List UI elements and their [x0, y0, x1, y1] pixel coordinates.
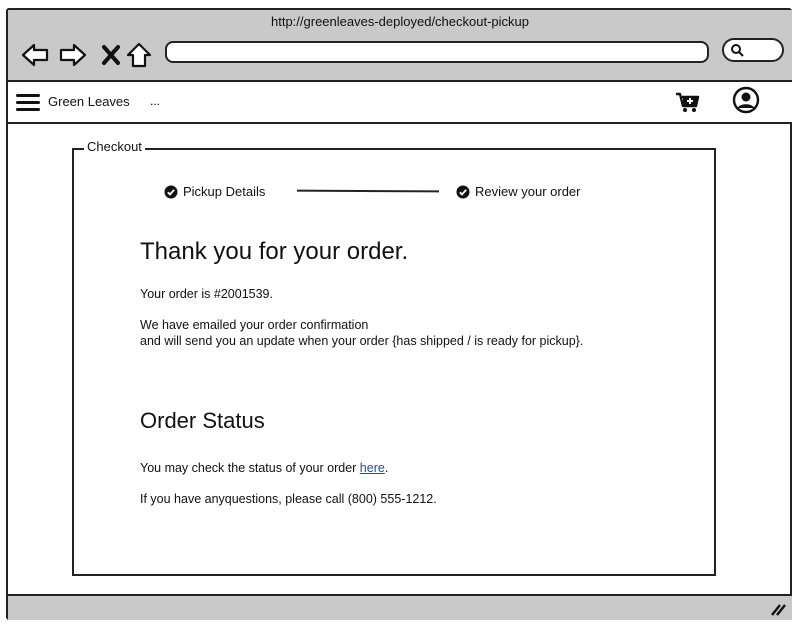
brand-name[interactable]: Green Leaves	[48, 94, 130, 109]
nav-ellipsis[interactable]: ...	[150, 94, 160, 108]
confirmation-line-2: and will send you an update when your or…	[140, 334, 584, 348]
browser-status-bar	[8, 594, 792, 620]
thank-you-heading: Thank you for your order.	[140, 238, 409, 265]
search-icon	[731, 44, 744, 57]
cart-icon[interactable]	[674, 88, 702, 116]
step-label: Review your order	[475, 184, 581, 199]
status-paragraph: You may check the status of your order h…	[140, 460, 388, 476]
questions-text: If you have anyquestions, please call (8…	[140, 492, 437, 506]
close-icon[interactable]	[96, 40, 126, 70]
url-text: http://greenleaves-deployed/checkout-pic…	[271, 14, 529, 29]
status-text-suffix: .	[384, 461, 389, 475]
order-status-heading: Order Status	[140, 408, 265, 433]
order-number-text: Your order is #2001539.	[140, 287, 273, 301]
step-review-order[interactable]: Review your order	[456, 184, 581, 199]
forward-icon[interactable]	[58, 40, 88, 70]
resize-grip-icon[interactable]	[770, 602, 786, 616]
check-circle-icon	[456, 185, 470, 198]
back-icon[interactable]	[20, 40, 50, 70]
confirmation-line-1: We have emailed your order confirmation	[140, 318, 369, 332]
home-icon[interactable]	[124, 40, 154, 70]
top-navbar: Green Leaves ...	[8, 82, 792, 124]
checkout-legend: Checkout	[84, 139, 145, 154]
step-pickup-details[interactable]: Pickup Details	[164, 184, 265, 199]
address-bar[interactable]	[165, 41, 709, 63]
checkout-panel	[72, 148, 716, 576]
check-circle-icon	[164, 185, 178, 198]
step-label: Pickup Details	[183, 184, 266, 199]
user-icon[interactable]	[732, 86, 760, 114]
browser-chrome: http://greenleaves-deployed/checkout-pic…	[8, 10, 792, 82]
order-status-link[interactable]: here	[360, 461, 385, 475]
hamburger-menu-icon[interactable]	[16, 91, 40, 113]
browser-search-field[interactable]	[722, 38, 784, 62]
status-text-prefix: You may check the status of your order	[140, 461, 360, 475]
